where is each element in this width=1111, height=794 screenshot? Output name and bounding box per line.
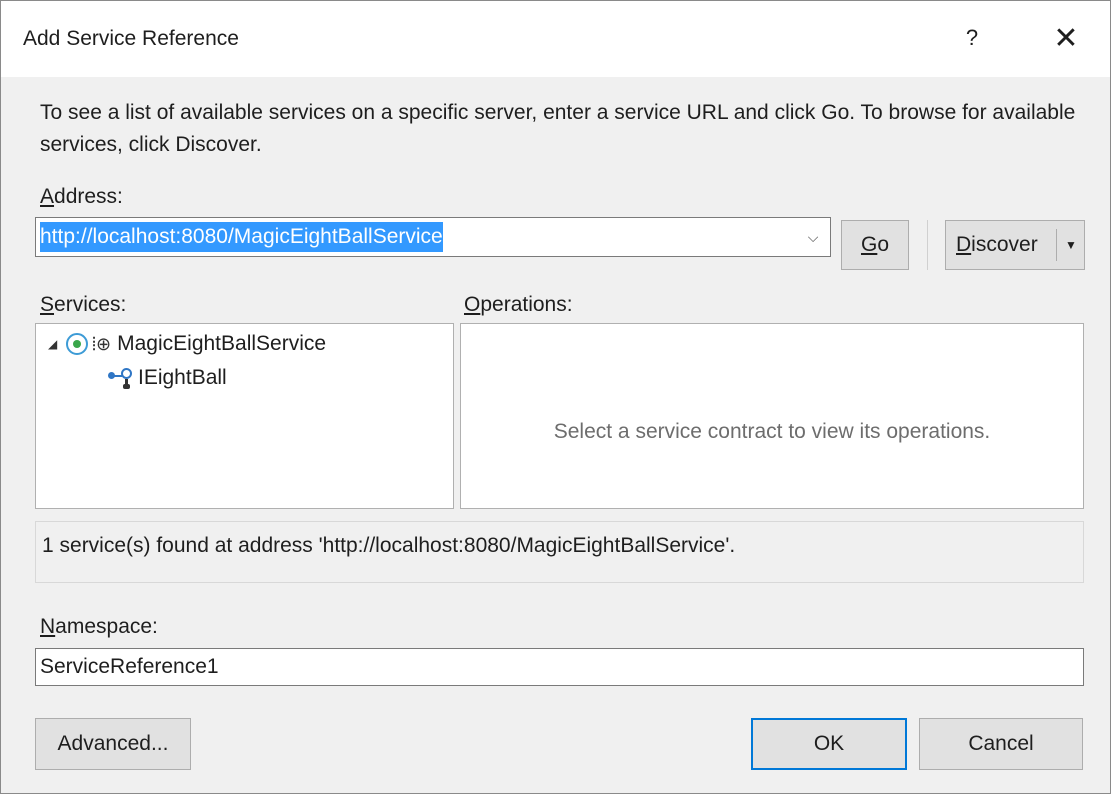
help-icon[interactable]: ? (947, 17, 997, 59)
tree-node-interface[interactable]: IEightBall (108, 366, 227, 390)
operations-label: Operations: (464, 293, 573, 316)
globe-icon: ⦙⊕ (92, 333, 112, 354)
instructions-text: To see a list of available services on a… (40, 101, 1076, 156)
namespace-label: Namespace: (40, 615, 158, 638)
tree-node-label: IEightBall (138, 366, 227, 389)
dropdown-arrow-icon[interactable]: ▼ (1060, 233, 1082, 257)
add-service-reference-dialog: Add Service Reference ? ✕ To see a list … (0, 0, 1111, 794)
status-message: 1 service(s) found at address 'http://lo… (35, 521, 1084, 583)
chevron-down-icon[interactable]: ⌵ (802, 224, 824, 250)
cancel-button[interactable]: Cancel (919, 718, 1083, 770)
namespace-input[interactable]: ServiceReference1 (35, 648, 1084, 686)
interface-icon (108, 366, 134, 390)
collapse-triangle-icon[interactable]: ◢ (48, 337, 66, 351)
operations-list[interactable]: Select a service contract to view its op… (460, 323, 1084, 509)
address-combobox[interactable]: http://localhost:8080/MagicEightBallServ… (35, 217, 831, 257)
address-label: Address: (40, 185, 123, 208)
services-tree[interactable]: ◢ ⦙⊕ MagicEightBallService IEightBall (35, 323, 454, 509)
go-button[interactable]: Go (841, 220, 909, 270)
discover-button[interactable]: Discover (956, 233, 1038, 257)
close-icon[interactable]: ✕ (1041, 17, 1091, 59)
services-label: Services: (40, 293, 127, 316)
operations-empty-message: Select a service contract to view its op… (553, 420, 991, 443)
address-input-value[interactable]: http://localhost:8080/MagicEightBallServ… (40, 222, 443, 252)
tree-node-label: MagicEightBallService (117, 332, 327, 355)
service-status-icon (66, 333, 88, 355)
dialog-title: Add Service Reference (23, 27, 239, 50)
title-bar: Add Service Reference ? ✕ (1, 1, 1110, 77)
split-divider (1056, 229, 1057, 261)
ok-button[interactable]: OK (751, 718, 907, 770)
tree-node-service[interactable]: ◢ ⦙⊕ MagicEightBallService (48, 332, 326, 356)
toolbar-divider (927, 220, 928, 270)
discover-split-button[interactable]: Discover ▼ (945, 220, 1085, 270)
advanced-button[interactable]: Advanced... (35, 718, 191, 770)
